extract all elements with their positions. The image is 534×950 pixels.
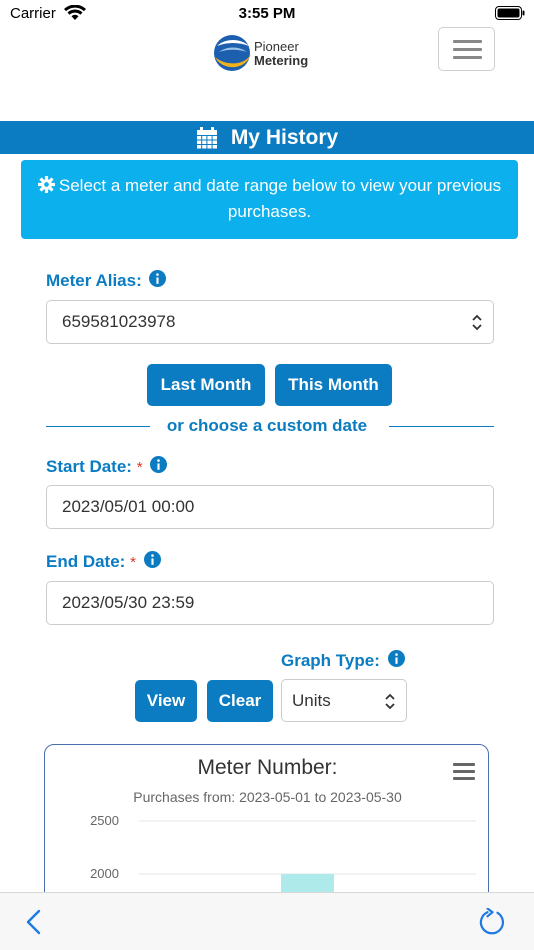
- end-date-value: 2023/05/30 23:59: [62, 593, 195, 612]
- battery-icon: [495, 6, 525, 20]
- start-date-value: 2023/05/01 00:00: [62, 497, 195, 516]
- chart-menu-line: [453, 777, 475, 780]
- status-bar: Carrier 3:55 PM: [0, 0, 534, 28]
- main-menu-button[interactable]: [438, 27, 495, 71]
- back-icon[interactable]: [24, 909, 44, 935]
- meter-alias-label-text: Meter Alias:: [46, 271, 142, 290]
- chart-menu-line: [453, 763, 475, 766]
- chart-subtitle: Purchases from: 2023-05-01 to 2023-05-30: [133, 789, 402, 805]
- divider-line-right: [389, 426, 494, 427]
- required-marker: *: [130, 554, 136, 571]
- view-button[interactable]: View: [135, 680, 197, 722]
- end-date-input[interactable]: 2023/05/30 23:59: [46, 581, 494, 625]
- page-title: My History: [230, 125, 339, 149]
- start-date-input[interactable]: 2023/05/01 00:00: [46, 485, 494, 529]
- start-date-label: Start Date: *: [46, 456, 168, 477]
- hamburger-icon: [453, 40, 482, 43]
- info-icon[interactable]: [143, 551, 161, 568]
- logo-mark-icon: [214, 35, 251, 71]
- pioneer-metering-logo[interactable]: Pioneer Metering: [211, 32, 321, 74]
- info-icon[interactable]: [149, 270, 167, 287]
- meter-alias-select[interactable]: 659581023978: [46, 300, 494, 344]
- y-tick-label: 2500: [90, 813, 119, 828]
- info-message-box: Select a meter and date range below to v…: [21, 160, 518, 239]
- graph-type-label-text: Graph Type:: [281, 651, 380, 670]
- start-date-label-text: Start Date:: [46, 457, 132, 476]
- meter-alias-label: Meter Alias:: [46, 270, 167, 291]
- gear-icon: [37, 176, 55, 193]
- graph-type-value: Units: [292, 691, 331, 710]
- page-header: My History: [0, 121, 534, 154]
- select-chevron-icon: [385, 693, 395, 710]
- refresh-icon[interactable]: [479, 908, 507, 936]
- graph-type-select[interactable]: Units: [281, 679, 407, 722]
- meter-alias-value: 659581023978: [62, 312, 176, 331]
- calendar-icon: [196, 126, 217, 148]
- purchases-chart: 2500 2000 Meter Number: Purchases from: 2…: [44, 744, 489, 904]
- chart-menu-line: [453, 770, 475, 773]
- end-date-label: End Date: *: [46, 551, 161, 572]
- chart-menu-icon[interactable]: [453, 763, 475, 781]
- hamburger-icon-line: [453, 48, 482, 51]
- bottom-toolbar: [0, 892, 534, 950]
- select-chevron-icon: [472, 314, 482, 331]
- logo-line1: Pioneer: [254, 39, 299, 54]
- end-date-label-text: End Date:: [46, 552, 126, 571]
- y-tick-label: 2000: [90, 866, 119, 881]
- chart-title: Meter Number:: [197, 756, 338, 779]
- clear-button[interactable]: Clear: [207, 680, 273, 722]
- this-month-button[interactable]: This Month: [275, 364, 392, 406]
- info-icon[interactable]: [387, 650, 405, 667]
- info-icon[interactable]: [150, 456, 168, 473]
- info-message-text: Select a meter and date range below to v…: [58, 176, 502, 221]
- clock: 3:55 PM: [238, 5, 296, 22]
- required-marker: *: [136, 459, 143, 476]
- hamburger-icon-line: [453, 56, 482, 59]
- logo-line2: Metering: [254, 53, 309, 68]
- last-month-button[interactable]: Last Month: [147, 364, 265, 406]
- graph-type-label: Graph Type:: [281, 650, 405, 671]
